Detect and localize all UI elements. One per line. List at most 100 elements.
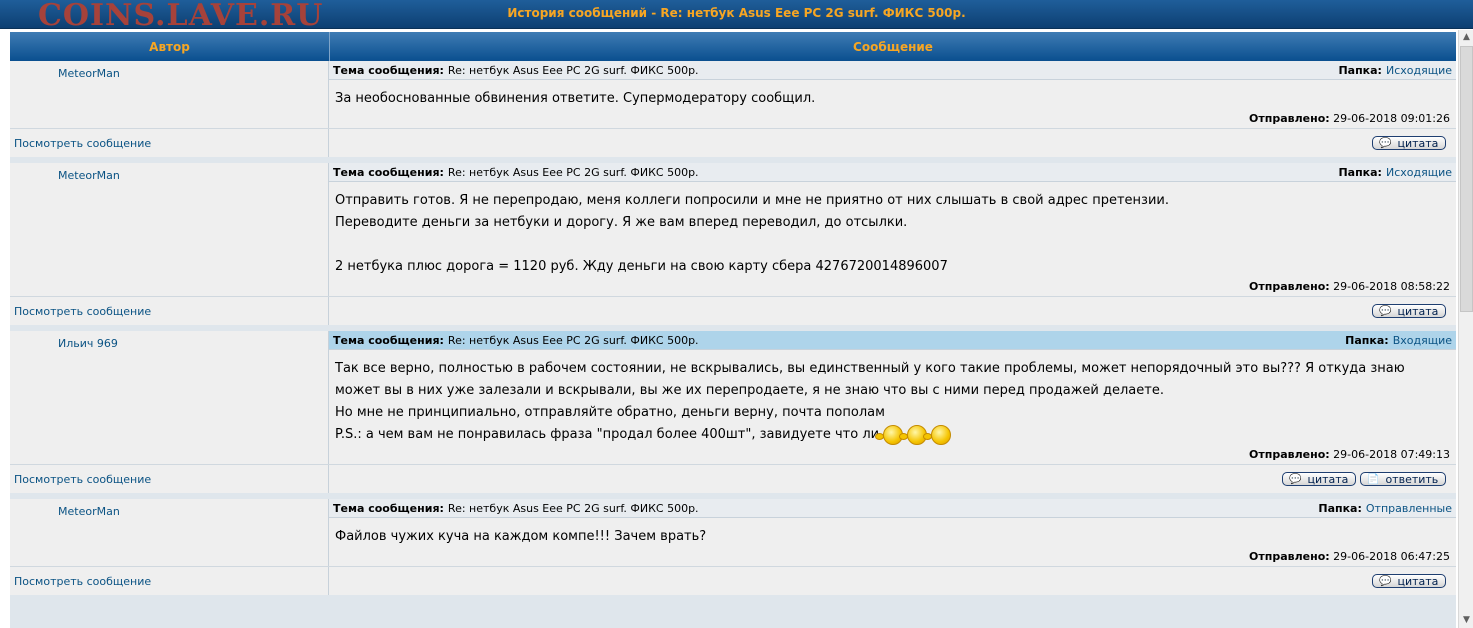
author-link[interactable]: MeteorMan bbox=[58, 169, 120, 182]
laughing-smiley-icon bbox=[923, 424, 952, 445]
subject-bar: Тема сообщения: Re: нетбук Asus Eee PC 2… bbox=[329, 163, 1456, 182]
quote-bubble-icon: 💬 bbox=[1379, 575, 1392, 587]
quote-button-label: цитата bbox=[1397, 136, 1439, 150]
subject-label: Тема сообщения: bbox=[333, 63, 444, 77]
message-line-text: P.S.: а чем вам не понравилась фраза "пр… bbox=[335, 427, 880, 442]
folder-info: Папка: Исходящие bbox=[1338, 64, 1452, 77]
message-text: Так все верно, полностью в рабочем состо… bbox=[329, 350, 1456, 446]
message-line: Так все верно, полностью в рабочем состо… bbox=[335, 361, 1405, 398]
message-line: Но мне не принципиально, отправляйте обр… bbox=[335, 405, 885, 420]
scroll-up-icon[interactable]: ▲ bbox=[1459, 30, 1473, 45]
folder-label: Папка: bbox=[1338, 63, 1382, 77]
reply-button[interactable]: 📄 ответить bbox=[1360, 472, 1446, 486]
quote-bubble-icon: 💬 bbox=[1289, 473, 1302, 485]
subject-bar: Тема сообщения: Re: нетбук Asus Eee PC 2… bbox=[329, 499, 1456, 518]
author-cell: MeteorMan bbox=[10, 163, 329, 296]
message-line bbox=[335, 234, 1450, 256]
author-cell: Ильич 969 bbox=[10, 331, 329, 464]
message-line: Отправить готов. Я не перепродаю, меня к… bbox=[335, 193, 1169, 208]
subject-bar: Тема сообщения: Re: нетбук Asus Eee PC 2… bbox=[329, 61, 1456, 80]
folder-info: Папка: Входящие bbox=[1345, 334, 1452, 347]
message-line: 2 нетбука плюс дорога = 1120 руб. Жду де… bbox=[335, 259, 948, 274]
quote-button[interactable]: 💬 цитата bbox=[1372, 136, 1446, 150]
folder-info: Папка: Исходящие bbox=[1338, 166, 1452, 179]
view-message-link[interactable]: Посмотреть сообщение bbox=[14, 473, 151, 486]
message-history-table: Автор Сообщение MeteorMan Тема сообщения… bbox=[10, 32, 1456, 628]
message-line: Переводите деньги за нетбуки и дорогу. Я… bbox=[335, 215, 908, 230]
table-header: Автор Сообщение bbox=[10, 32, 1456, 61]
column-header-author: Автор bbox=[10, 32, 330, 61]
scroll-down-icon[interactable]: ▼ bbox=[1459, 613, 1473, 628]
quote-button[interactable]: 💬 цитата bbox=[1282, 472, 1356, 486]
subject-text: Re: нетбук Asus Eee PC 2G surf. ФИКС 500… bbox=[447, 63, 699, 77]
quote-bubble-icon: 💬 bbox=[1379, 305, 1392, 317]
author-link[interactable]: Ильич 969 bbox=[58, 337, 118, 350]
sent-date: 29-06-2018 09:01:26 bbox=[1333, 112, 1450, 125]
message-footer: Посмотреть сообщение 💬 цитата bbox=[10, 128, 1456, 157]
message-text: Файлов чужих куча на каждом компе!!! Зач… bbox=[329, 518, 1456, 548]
quote-button-label: цитата bbox=[1307, 472, 1349, 486]
subject-text: Re: нетбук Asus Eee PC 2G surf. ФИКС 500… bbox=[447, 501, 699, 515]
window-titlebar: COINS.LAVE.RU История сообщений - Re: не… bbox=[0, 0, 1473, 33]
message-entry: Ильич 969 Тема сообщения: Re: нетбук Asu… bbox=[10, 331, 1456, 493]
sent-label: Отправлено: bbox=[1249, 112, 1330, 125]
message-footer: Посмотреть сообщение 💬 цитата 📄 ответить bbox=[10, 464, 1456, 493]
reply-button-label: ответить bbox=[1385, 472, 1439, 486]
folder-info: Папка: Отправленные bbox=[1318, 502, 1452, 515]
smilies bbox=[875, 424, 952, 445]
subject-bar: Тема сообщения: Re: нетбук Asus Eee PC 2… bbox=[329, 331, 1456, 350]
sent-info: Отправлено: 29-06-2018 08:58:22 bbox=[329, 278, 1456, 296]
folder-label: Папка: bbox=[1318, 501, 1362, 515]
folder-link[interactable]: Исходящие bbox=[1386, 166, 1452, 179]
vertical-scrollbar[interactable]: ▲ ▼ bbox=[1458, 30, 1473, 628]
folder-label: Папка: bbox=[1345, 333, 1389, 347]
reply-document-icon: 📄 bbox=[1367, 473, 1380, 485]
folder-label: Папка: bbox=[1338, 165, 1382, 179]
subject-text: Re: нетбук Asus Eee PC 2G surf. ФИКС 500… bbox=[447, 165, 699, 179]
folder-link[interactable]: Входящие bbox=[1393, 334, 1452, 347]
message-line: Файлов чужих куча на каждом компе!!! Зач… bbox=[335, 529, 707, 544]
sent-label: Отправлено: bbox=[1249, 448, 1330, 461]
sent-date: 29-06-2018 08:58:22 bbox=[1333, 280, 1450, 293]
sent-label: Отправлено: bbox=[1249, 280, 1330, 293]
message-cell: Тема сообщения: Re: нетбук Asus Eee PC 2… bbox=[329, 61, 1456, 128]
subject-label: Тема сообщения: bbox=[333, 501, 444, 515]
message-footer: Посмотреть сообщение 💬 цитата bbox=[10, 566, 1456, 595]
quote-button-label: цитата bbox=[1397, 574, 1439, 588]
sent-info: Отправлено: 29-06-2018 06:47:25 bbox=[329, 548, 1456, 566]
window-title: История сообщений - Re: нетбук Asus Eee … bbox=[507, 6, 966, 20]
folder-link[interactable]: Отправленные bbox=[1366, 502, 1452, 515]
message-entry: MeteorMan Тема сообщения: Re: нетбук Asu… bbox=[10, 61, 1456, 157]
message-text: За необоснованные обвинения ответите. Су… bbox=[329, 80, 1456, 110]
author-cell: MeteorMan bbox=[10, 61, 329, 128]
subject-text: Re: нетбук Asus Eee PC 2G surf. ФИКС 500… bbox=[447, 333, 699, 347]
sent-info: Отправлено: 29-06-2018 07:49:13 bbox=[329, 446, 1456, 464]
author-link[interactable]: MeteorMan bbox=[58, 67, 120, 80]
column-header-message: Сообщение bbox=[330, 32, 1456, 61]
subject-label: Тема сообщения: bbox=[333, 333, 444, 347]
folder-link[interactable]: Исходящие bbox=[1386, 64, 1452, 77]
view-message-link[interactable]: Посмотреть сообщение bbox=[14, 305, 151, 318]
message-line: P.S.: а чем вам не понравилась фраза "пр… bbox=[335, 424, 1450, 446]
message-cell: Тема сообщения: Re: нетбук Asus Eee PC 2… bbox=[329, 163, 1456, 296]
author-link[interactable]: MeteorMan bbox=[58, 505, 120, 518]
subject-label: Тема сообщения: bbox=[333, 165, 444, 179]
view-message-link[interactable]: Посмотреть сообщение bbox=[14, 137, 151, 150]
message-footer: Посмотреть сообщение 💬 цитата bbox=[10, 296, 1456, 325]
quote-button-label: цитата bbox=[1397, 304, 1439, 318]
message-entry: MeteorMan Тема сообщения: Re: нетбук Asu… bbox=[10, 163, 1456, 325]
message-entry: MeteorMan Тема сообщения: Re: нетбук Asu… bbox=[10, 499, 1456, 595]
quote-button[interactable]: 💬 цитата bbox=[1372, 304, 1446, 318]
author-cell: MeteorMan bbox=[10, 499, 329, 566]
sent-date: 29-06-2018 07:49:13 bbox=[1333, 448, 1450, 461]
sent-info: Отправлено: 29-06-2018 09:01:26 bbox=[329, 110, 1456, 128]
scrollbar-thumb[interactable] bbox=[1460, 46, 1473, 312]
quote-bubble-icon: 💬 bbox=[1379, 137, 1392, 149]
sent-date: 29-06-2018 06:47:25 bbox=[1333, 550, 1450, 563]
quote-button[interactable]: 💬 цитата bbox=[1372, 574, 1446, 588]
sent-label: Отправлено: bbox=[1249, 550, 1330, 563]
message-text: Отправить готов. Я не перепродаю, меня к… bbox=[329, 182, 1456, 278]
view-message-link[interactable]: Посмотреть сообщение bbox=[14, 575, 151, 588]
message-cell: Тема сообщения: Re: нетбук Asus Eee PC 2… bbox=[329, 331, 1456, 464]
message-line: За необоснованные обвинения ответите. Су… bbox=[335, 91, 816, 106]
